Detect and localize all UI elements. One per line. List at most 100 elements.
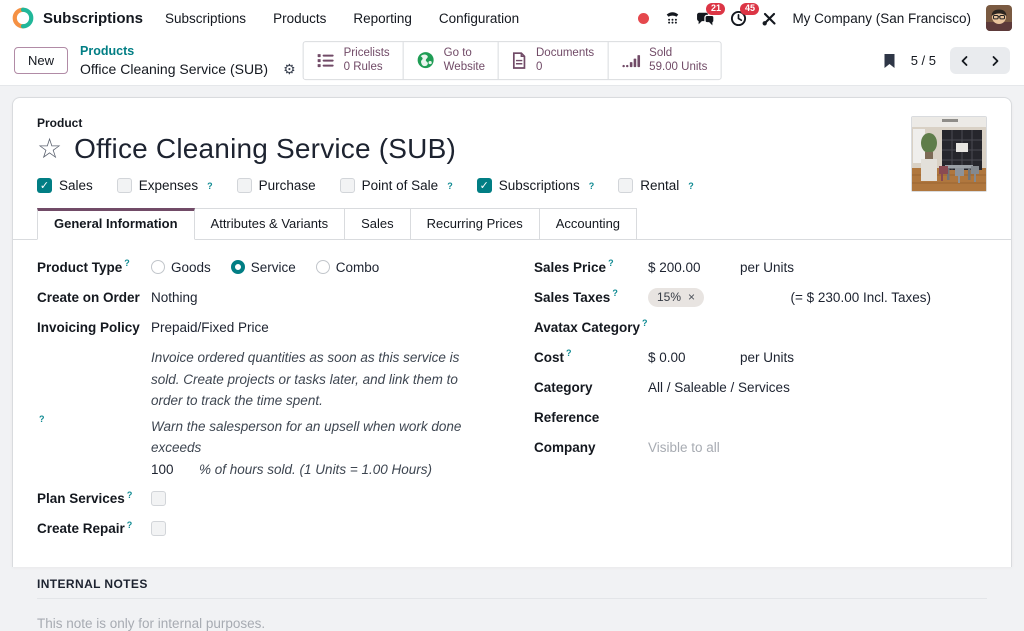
stat-pricelists-value: 0 Rules — [344, 61, 390, 76]
checkbox-expenses[interactable]: Expenses? — [117, 178, 213, 193]
gear-icon[interactable]: ⚙ — [283, 62, 296, 76]
reference-label: Reference — [534, 410, 648, 425]
stat-button-group: Pricelists 0 Rules Go to Website — [303, 41, 722, 81]
favorite-star-icon[interactable]: ☆ — [37, 135, 62, 163]
internal-notes-section: INTERNAL NOTES This note is only for int… — [37, 577, 987, 631]
tab-sales[interactable]: Sales — [344, 208, 411, 240]
radio-combo[interactable]: Combo — [316, 260, 380, 275]
stat-website-label2: Website — [444, 61, 485, 76]
systray: 21 45 My Company (San Francisco) — [638, 5, 1012, 31]
checkbox-unchecked-icon[interactable] — [340, 178, 355, 193]
tab-attributes-variants[interactable]: Attributes & Variants — [194, 208, 346, 240]
voip-phone-icon[interactable] — [664, 10, 681, 26]
tab-accounting[interactable]: Accounting — [539, 208, 637, 240]
internal-notes-input[interactable]: This note is only for internal purposes. — [37, 616, 987, 631]
help-icon: ? — [39, 414, 45, 424]
main-menu: Subscriptions Products Reporting Configu… — [165, 11, 519, 26]
activities-clock-icon[interactable]: 45 — [730, 10, 747, 27]
app-checkbox-row: ✓ Sales Expenses? Purchase Point of Sale… — [37, 178, 987, 193]
upsell-help-mark: ? — [37, 416, 151, 431]
menu-item-configuration[interactable]: Configuration — [439, 11, 519, 26]
cost-unit: per Units — [740, 350, 794, 365]
tax-tag[interactable]: 15%× — [648, 288, 704, 307]
checkbox-rental[interactable]: Rental? — [618, 178, 694, 193]
help-icon: ? — [566, 348, 572, 358]
radio-goods[interactable]: Goods — [151, 260, 211, 275]
help-icon: ? — [612, 288, 618, 298]
company-label: Company — [534, 440, 648, 455]
messages-icon[interactable]: 21 — [696, 10, 715, 27]
tab-recurring-prices[interactable]: Recurring Prices — [410, 208, 540, 240]
checkbox-unchecked-icon[interactable] — [237, 178, 252, 193]
bookmark-icon[interactable] — [882, 53, 897, 69]
stat-documents-label: Documents — [536, 46, 594, 61]
checkbox-sales-label: Sales — [59, 178, 93, 193]
cost-label: Cost? — [534, 350, 648, 365]
create-on-order-label: Create on Order — [37, 290, 151, 305]
help-icon: ? — [127, 490, 133, 500]
product-form-sheet: Product ☆ Office Cleaning Service (SUB) … — [12, 97, 1012, 567]
checkbox-unchecked-icon[interactable] — [618, 178, 633, 193]
radio-service[interactable]: Service — [231, 260, 296, 275]
app-title[interactable]: Subscriptions — [43, 10, 143, 27]
help-icon: ? — [127, 520, 133, 530]
checkbox-unchecked-icon[interactable] — [117, 178, 132, 193]
stat-website-label1: Go to — [444, 46, 485, 61]
new-button[interactable]: New — [14, 47, 68, 74]
create-on-order-value[interactable]: Nothing — [151, 290, 198, 305]
checkbox-checked-icon[interactable]: ✓ — [37, 178, 52, 193]
tax-tag-remove-icon[interactable]: × — [688, 290, 695, 304]
create-repair-checkbox[interactable] — [151, 521, 166, 536]
category-value[interactable]: All / Saleable / Services — [648, 380, 790, 395]
stat-button-documents[interactable]: Documents 0 — [498, 42, 607, 80]
cost-value[interactable]: $ 0.00 — [648, 350, 740, 365]
stat-button-pricelists[interactable]: Pricelists 0 Rules — [304, 42, 403, 80]
company-switcher[interactable]: My Company (San Francisco) — [792, 11, 971, 26]
right-field-column: Sales Price? $ 200.00 per Units Sales Ta… — [534, 257, 987, 549]
company-value[interactable]: Visible to all — [648, 440, 720, 455]
checkbox-purchase-label: Purchase — [259, 178, 316, 193]
activities-badge: 45 — [740, 3, 759, 16]
menu-item-subscriptions[interactable]: Subscriptions — [165, 11, 246, 26]
plan-services-checkbox[interactable] — [151, 491, 166, 506]
menu-item-reporting[interactable]: Reporting — [353, 11, 412, 26]
left-field-column: Product Type? Goods Service Combo Create… — [37, 257, 490, 549]
internal-notes-header: INTERNAL NOTES — [37, 577, 987, 591]
notes-divider — [37, 598, 987, 599]
messages-badge: 21 — [706, 3, 725, 16]
sales-price-value[interactable]: $ 200.00 — [648, 260, 740, 275]
invoicing-policy-label: Invoicing Policy — [37, 320, 151, 335]
pager-count: 5 / 5 — [911, 53, 936, 68]
category-label: Category — [534, 380, 648, 395]
odoo-logo-icon[interactable] — [12, 7, 34, 29]
pager-previous-button[interactable] — [950, 47, 980, 74]
product-title[interactable]: Office Cleaning Service (SUB) — [74, 133, 456, 165]
pager-next-button[interactable] — [980, 47, 1010, 74]
checkbox-sales[interactable]: ✓ Sales — [37, 178, 93, 193]
checkbox-subscriptions[interactable]: ✓ Subscriptions? — [477, 178, 595, 193]
tab-general-information[interactable]: General Information — [37, 208, 195, 240]
top-navbar: Subscriptions Subscriptions Products Rep… — [0, 0, 1024, 36]
sales-price-unit: per Units — [740, 260, 794, 275]
checkbox-purchase[interactable]: Purchase — [237, 178, 316, 193]
help-icon: ? — [608, 258, 614, 268]
product-image[interactable] — [911, 116, 987, 192]
tools-icon[interactable] — [762, 11, 777, 26]
product-type-label: Product Type? — [37, 260, 151, 275]
stat-documents-value: 0 — [536, 61, 594, 76]
stat-button-website[interactable]: Go to Website — [403, 42, 498, 80]
upsell-threshold-input[interactable]: 100 — [151, 459, 199, 481]
user-avatar[interactable] — [986, 5, 1012, 31]
incl-taxes-note: (= $ 230.00 Incl. Taxes) — [791, 290, 931, 305]
checkbox-checked-icon[interactable]: ✓ — [477, 178, 492, 193]
pager: 5 / 5 — [882, 47, 1010, 74]
recording-dot-icon — [638, 13, 649, 24]
checkbox-rental-label: Rental — [640, 178, 679, 193]
menu-item-products[interactable]: Products — [273, 11, 326, 26]
stat-button-sold[interactable]: Sold 59.00 Units — [607, 42, 720, 80]
stat-sold-label: Sold — [649, 46, 707, 61]
plan-services-label: Plan Services? — [37, 491, 151, 506]
invoicing-policy-value[interactable]: Prepaid/Fixed Price — [151, 320, 269, 335]
upsell-text: Warn the salesperson for an upsell when … — [151, 416, 490, 481]
checkbox-point-of-sale[interactable]: Point of Sale? — [340, 178, 453, 193]
